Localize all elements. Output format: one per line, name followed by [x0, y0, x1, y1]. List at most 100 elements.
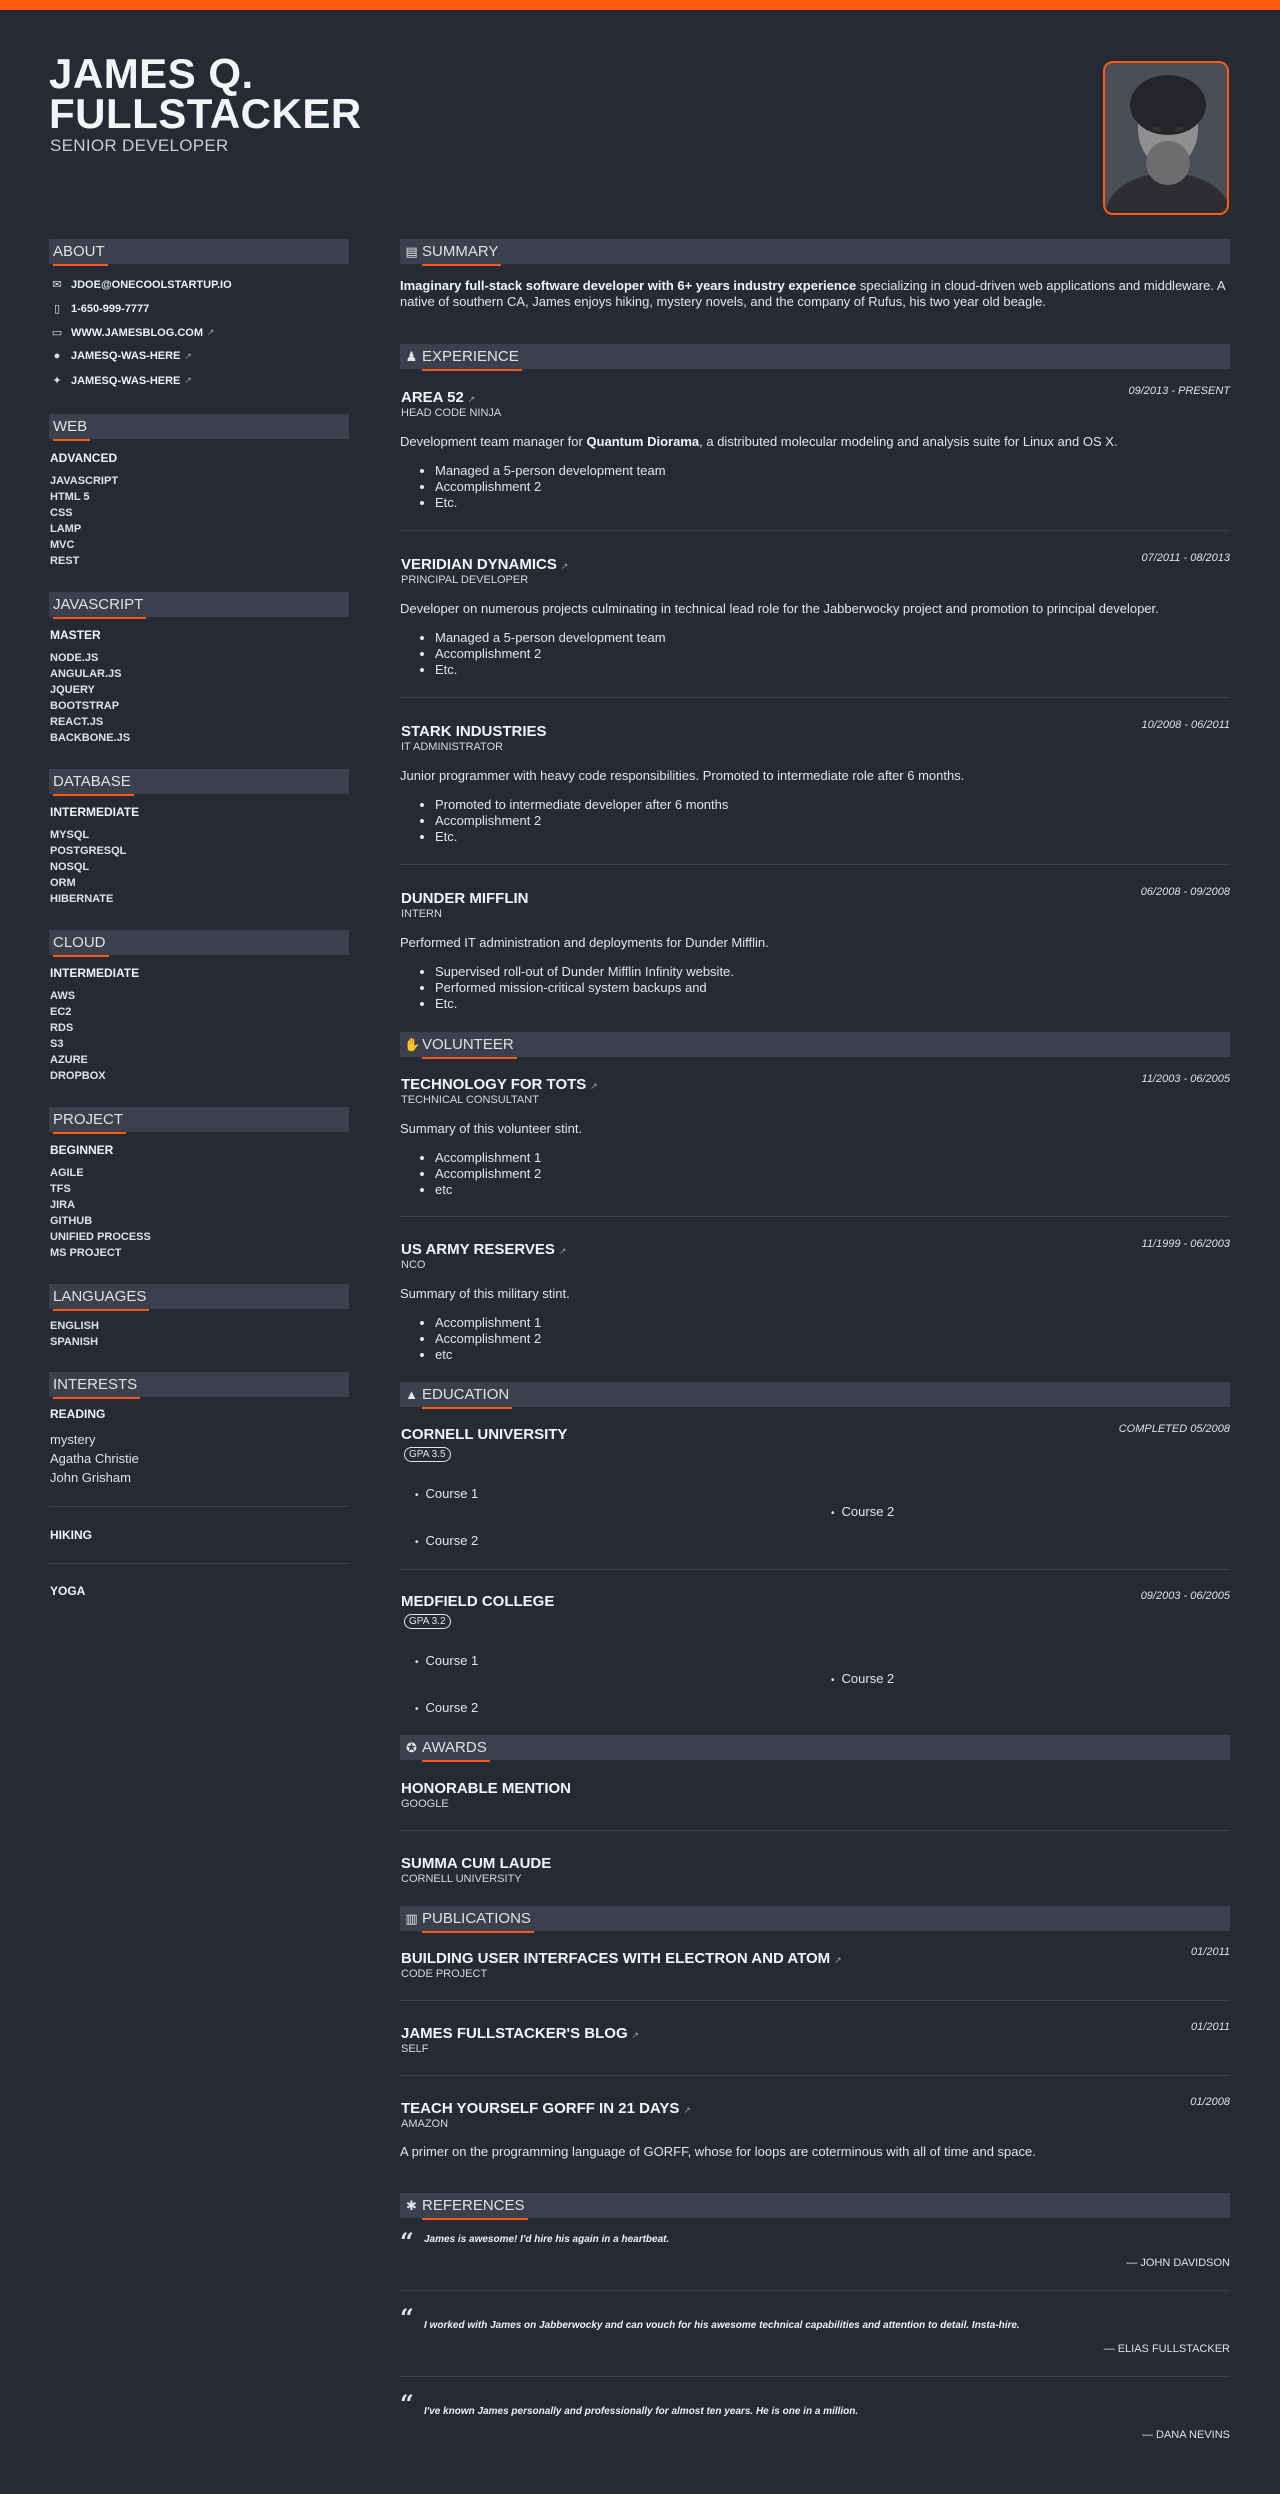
publication-date: 01/2011 — [1191, 1946, 1230, 1958]
skill-keywords: MYSQL POSTGRESQL NOSQL ORM HIBERNATE — [50, 829, 127, 905]
profile-photo — [1103, 61, 1229, 215]
skill-level: INTERMEDIATE — [50, 805, 140, 819]
monitor-icon: ▭ — [51, 327, 63, 339]
graduation-cap-icon: ▲ — [405, 1387, 418, 1402]
skill-keywords: NODE.JS ANGULAR.JS JQUERY BOOTSTRAP REACT.J… — [50, 652, 131, 744]
external-link-icon[interactable]: ↗ — [834, 1955, 842, 1965]
publication-name[interactable]: BUILDING USER INTERFACES WITH ELECTRON A… — [401, 1950, 842, 1967]
publication-name[interactable]: TEACH YOURSELF GORFF IN 21 DAYS ↗ — [401, 2100, 691, 2117]
course-item: Course 2 — [415, 1700, 479, 1715]
external-link-icon[interactable]: ↗ — [590, 1081, 598, 1091]
about-email[interactable]: ✉ JDOE@ONECOOLSTARTUP.IO — [50, 278, 231, 292]
course-item: Course 2 — [415, 1533, 479, 1548]
interest-keywords: mystery Agatha Christie John Grisham — [50, 1432, 139, 1485]
skill-level: ADVANCED — [50, 451, 118, 465]
job-dates: 10/2008 - 06/2011 — [1141, 719, 1230, 731]
reference-name: — ELIAS FULLSTACKER — [1103, 2343, 1230, 2355]
publication-name[interactable]: JAMES FULLSTACKER'S BLOG ↗ — [401, 2025, 639, 2042]
about-website[interactable]: ▭ WWW.JAMESBLOG.COM ↗ — [50, 326, 215, 340]
person-icon: ♟ — [405, 349, 418, 364]
external-link-icon[interactable]: ↗ — [184, 351, 192, 362]
github-icon: ● — [53, 350, 61, 362]
about-github[interactable]: ● JAMESQ-WAS-HERE ↗ — [50, 350, 192, 362]
award-title: SUMMA CUM LAUDE — [401, 1855, 552, 1872]
volunteer-highlights: Accomplishment 1Accomplishment 2etc — [435, 1150, 541, 1198]
handshake-icon: ✋ — [404, 1037, 421, 1052]
external-link-icon[interactable]: ↗ — [561, 561, 569, 571]
divider — [49, 1563, 349, 1564]
publication-publisher: CODE PROJECT — [401, 1968, 488, 1980]
section-header-volunteer: ✋ VOLUNTEER — [400, 1032, 1230, 1059]
reference-name: — DANA NEVINS — [1141, 2429, 1230, 2441]
award-awarder: CORNELL UNIVERSITY — [401, 1873, 522, 1885]
skill-keywords: AWS EC2 RDS S3 AZURE DROPBOX — [50, 990, 106, 1082]
volunteer-org[interactable]: US ARMY RESERVES ↗ — [401, 1241, 566, 1258]
section-header-awards: ✪ AWARDS — [400, 1735, 1230, 1762]
resume-title: SENIOR DEVELOPER — [50, 136, 229, 155]
about-phone[interactable]: ▯ 1-650-999-7777 — [50, 302, 149, 316]
job-position: INTERN — [401, 908, 442, 920]
job-description: Junior programmer with heavy code respon… — [400, 768, 965, 783]
section-header-project: PROJECT — [49, 1107, 349, 1134]
divider — [400, 2376, 1230, 2377]
external-link-icon[interactable]: ↗ — [184, 375, 192, 386]
education-school: MEDFIELD COLLEGE — [401, 1593, 555, 1610]
education-school: CORNELL UNIVERSITY — [401, 1426, 568, 1443]
course-item: Course 2 — [831, 1671, 895, 1686]
name-line-2: FULLSTACKER — [49, 90, 362, 137]
divider — [49, 1506, 349, 1507]
course-item: Course 1 — [415, 1486, 479, 1501]
external-link-icon[interactable]: ↗ — [468, 394, 476, 404]
divider — [400, 864, 1230, 865]
section-header-cloud: CLOUD — [49, 930, 349, 957]
divider — [400, 1216, 1230, 1217]
external-link-icon[interactable]: ↗ — [683, 2105, 691, 2115]
skill-level: INTERMEDIATE — [50, 966, 140, 980]
reference-quote: I've known James personally and professi… — [424, 2406, 859, 2417]
publication-publisher: AMAZON — [401, 2118, 449, 2130]
job-company[interactable]: VERIDIAN DYNAMICS ↗ — [401, 556, 568, 573]
publication-publisher: SELF — [401, 2043, 429, 2055]
document-icon: ▤ — [405, 244, 418, 259]
job-highlights: Managed a 5-person development teamAccom… — [435, 630, 666, 678]
education-dates: COMPLETED 05/2008 — [1118, 1423, 1230, 1435]
ribbon-icon: ✪ — [406, 1740, 417, 1755]
job-dates: 07/2011 - 08/2013 — [1141, 552, 1230, 564]
job-dates: 06/2008 - 09/2008 — [1140, 886, 1230, 898]
twitter-icon: ✦ — [52, 375, 62, 387]
job-position: HEAD CODE NINJA — [401, 407, 502, 419]
divider — [400, 2000, 1230, 2001]
volunteer-description: Summary of this volunteer stint. — [400, 1121, 583, 1136]
divider — [400, 1830, 1230, 1831]
publication-summary: A primer on the programming language of … — [400, 2144, 1036, 2159]
skill-keywords: JAVASCRIPT HTML 5 CSS LAMP MVC REST — [50, 475, 119, 567]
divider — [400, 2290, 1230, 2291]
section-header-references: ✱ REFERENCES — [400, 2193, 1230, 2220]
education-dates: 09/2003 - 06/2005 — [1140, 1590, 1230, 1602]
language-list: ENGLISH SPANISH — [50, 1320, 99, 1348]
envelope-icon: ✉ — [52, 279, 62, 291]
award-title: HONORABLE MENTION — [401, 1780, 571, 1797]
skill-keywords: AGILE TFS JIRA GITHUB UNIFIED PROCESS MS PRO… — [50, 1167, 151, 1259]
external-link-icon[interactable]: ↗ — [632, 2030, 640, 2040]
skill-level: MASTER — [50, 628, 101, 642]
job-position: PRINCIPAL DEVELOPER — [401, 574, 529, 586]
divider — [400, 697, 1230, 698]
section-header-experience: ♟ EXPERIENCE — [400, 344, 1230, 371]
volunteer-highlights: Accomplishment 1Accomplishment 2etc — [435, 1315, 541, 1363]
external-link-icon[interactable]: ↗ — [207, 327, 215, 338]
job-company[interactable]: AREA 52 ↗ — [401, 389, 475, 406]
section-header-database: DATABASE — [49, 769, 349, 796]
job-highlights: Managed a 5-person development teamAccom… — [435, 463, 666, 511]
job-dates: 09/2013 - PRESENT — [1128, 385, 1231, 397]
quote-icon: “ — [400, 2389, 414, 2418]
about-twitter[interactable]: ✦ JAMESQ-WAS-HERE ↗ — [50, 374, 192, 388]
accent-bar — [0, 0, 1280, 10]
quote-icon: “ — [400, 2227, 414, 2256]
job-highlights: Supervised roll-out of Dunder Mifflin In… — [435, 964, 734, 1012]
volunteer-dates: 11/2003 - 06/2005 — [1141, 1073, 1230, 1085]
external-link-icon[interactable]: ↗ — [559, 1246, 567, 1256]
publication-date: 01/2011 — [1191, 2021, 1230, 2033]
volunteer-org[interactable]: TECHNOLOGY FOR TOTS ↗ — [401, 1076, 598, 1093]
section-header-publications: ▥ PUBLICATIONS — [400, 1906, 1230, 1933]
